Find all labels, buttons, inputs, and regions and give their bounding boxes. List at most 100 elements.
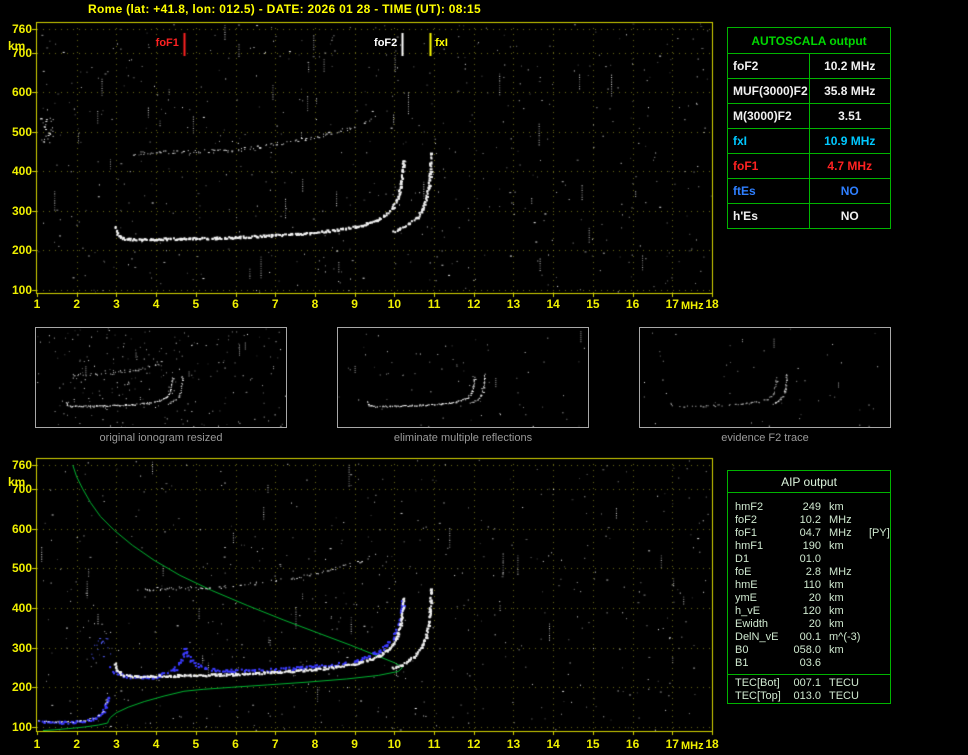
aip-param-name: D1 [735,553,750,565]
aip-param-name: hmF2 [735,501,764,513]
aip-param-unit: MHz [829,527,852,539]
aip-param-name: hmE [735,579,758,591]
thumbnail-caption-original: original ionogram resized [99,432,223,444]
y-axis-tick-label: 300 [11,640,32,655]
x-axis-tick-label: 8 [311,737,319,751]
aip-param-value: 190 [802,540,821,552]
autoscala-param-name: ftEs [727,178,810,204]
aip-param-value: 2.8 [805,566,821,578]
autoscala-row: M(3000)F2 3.51 [727,103,891,129]
aip-param-value: 120 [802,605,821,617]
aip-row: foF1 04.7 MHz [PY] [735,527,890,540]
y-axis-tick-label: 600 [11,85,32,100]
window-title: Rome (lat: +41.8, lon: 012.5) - DATE: 20… [88,2,481,16]
x-axis-tick-label: 15 [586,297,600,311]
aip-param-name: foF2 [735,514,758,526]
x-axis-tick-label: 15 [586,737,600,751]
aip-param-unit: km [829,540,844,552]
aip-param-unit: MHz [829,566,852,578]
x-axis-tick-label: 16 [625,297,640,311]
aip-output-panel: AIP output hmF2 249 km foF2 10.2 MHz foF1 04.7 M… [727,470,891,704]
aip-param-unit: km [829,605,844,617]
autoscala-param-value: 4.7 MHz [808,153,891,179]
aip-param-value: 007.1 [793,677,821,689]
aip-param-name: foF1 [735,527,758,539]
aip-param-name: TEC[Bot] [735,677,780,689]
x-axis-tick-label: 1 [33,297,41,311]
aip-tec-rows: TEC[Bot] 007.1 TECU TEC[Top] 013.0 TECU [728,674,890,706]
aip-row: h_vE 120 km [735,605,890,618]
thumbnail-eliminate-reflections [337,327,589,428]
thumbnail-caption-evidence: evidence F2 trace [721,432,809,444]
aip-row: DelN_vE 00.1 m^(-3) [735,631,890,644]
aip-param-value: 20 [808,618,821,630]
y-axis-tick-label: 400 [11,164,32,179]
y-axis-tick-label: 600 [11,521,32,536]
autoscala-row: fxI 10.9 MHz [727,128,891,154]
x-axis-tick-label: 5 [192,297,200,311]
x-axis-tick-label: 9 [351,737,358,751]
aip-panel-title: AIP output [728,471,890,493]
aip-param-unit: km [829,644,844,656]
top-ionogram-canvas [0,16,724,316]
thumbnail-caption-eliminate: eliminate multiple reflections [393,432,533,444]
aip-param-value: 03.6 [799,657,821,669]
x-axis-tick-label: 4 [152,737,160,751]
y-axis-tick-label: 760 [11,458,32,472]
aip-row: Ewidth 20 km [735,618,890,631]
autoscala-row: foF2 10.2 MHz [727,53,891,79]
thumbnail-evidence-f2-trace [639,327,891,428]
autoscala-table-title: AUTOSCALA output [727,27,891,54]
y-axis-tick-label: 100 [11,283,32,297]
aip-param-unit: m^(-3) [829,631,861,643]
x-axis-tick-label: 2 [73,297,81,311]
aip-tec-row: TEC[Top] 013.0 TECU [735,690,890,703]
aip-param-unit: km [829,501,844,513]
x-axis-tick-label: 3 [113,297,120,311]
aip-row: ymE 20 km [735,592,890,605]
x-axis-unit-label: MHz [681,740,704,752]
x-axis-tick-label: 10 [387,737,402,751]
y-axis-tick-label: 760 [11,22,32,36]
autoscala-param-value: 35.8 MHz [808,78,891,104]
x-axis-tick-label: 8 [311,297,319,311]
aip-param-value: 249 [802,501,821,513]
x-axis-tick-label: 14 [546,737,560,751]
autoscala-param-value: 10.2 MHz [808,53,891,79]
x-axis-tick-label: 4 [152,297,160,311]
x-axis-tick-label: 3 [113,737,120,751]
x-axis-tick-label: 12 [467,737,481,751]
thumbnail-original-ionogram [35,327,287,428]
aip-param-value: 01.0 [799,553,821,565]
x-axis-tick-label: 6 [232,737,239,751]
thumbnail-original-canvas [36,328,286,427]
x-axis-tick-label: 10 [387,297,402,311]
aip-row: hmF2 249 km [735,501,890,514]
x-axis-tick-label: 9 [351,297,358,311]
aip-param-name: DelN_vE [735,631,779,643]
thumbnail-evidence-canvas [640,328,890,427]
y-axis-tick-label: 200 [11,680,32,695]
marker-label-fxI: fxI [435,37,448,49]
aip-param-unit: MHz [829,514,852,526]
x-axis-tick-label: 7 [271,297,279,311]
x-axis-tick-label: 13 [506,737,521,751]
x-axis-tick-label: 1 [33,737,41,751]
x-axis-tick-label: 12 [467,297,481,311]
thumbnail-eliminate-canvas [338,328,588,427]
aip-param-name: hmF1 [735,540,764,552]
x-axis-tick-label: 16 [625,737,640,751]
aip-row: foF2 10.2 MHz [735,514,890,527]
aip-param-unit: km [829,592,844,604]
marker-label-foF2: foF2 [374,37,398,49]
marker-label-foF1: foF1 [155,37,179,49]
aip-param-unit: TECU [829,677,859,689]
aip-param-value: 00.1 [799,631,821,643]
aip-row: D1 01.0 [735,553,890,566]
aip-row: hmF1 190 km [735,540,890,553]
autoscala-param-name: foF1 [727,153,810,179]
y-axis-tick-label: 400 [11,600,32,615]
aip-param-unit [829,657,867,670]
bottom-ionogram-plot: 760 700 600 500 400 300 200 100 km 1 2 3 4 5 6 7 8 9 10 11 1… [0,452,724,755]
aip-rows: hmF2 249 km foF2 10.2 MHz foF1 04.7 MHz [PY] hmF1 1… [728,493,890,672]
